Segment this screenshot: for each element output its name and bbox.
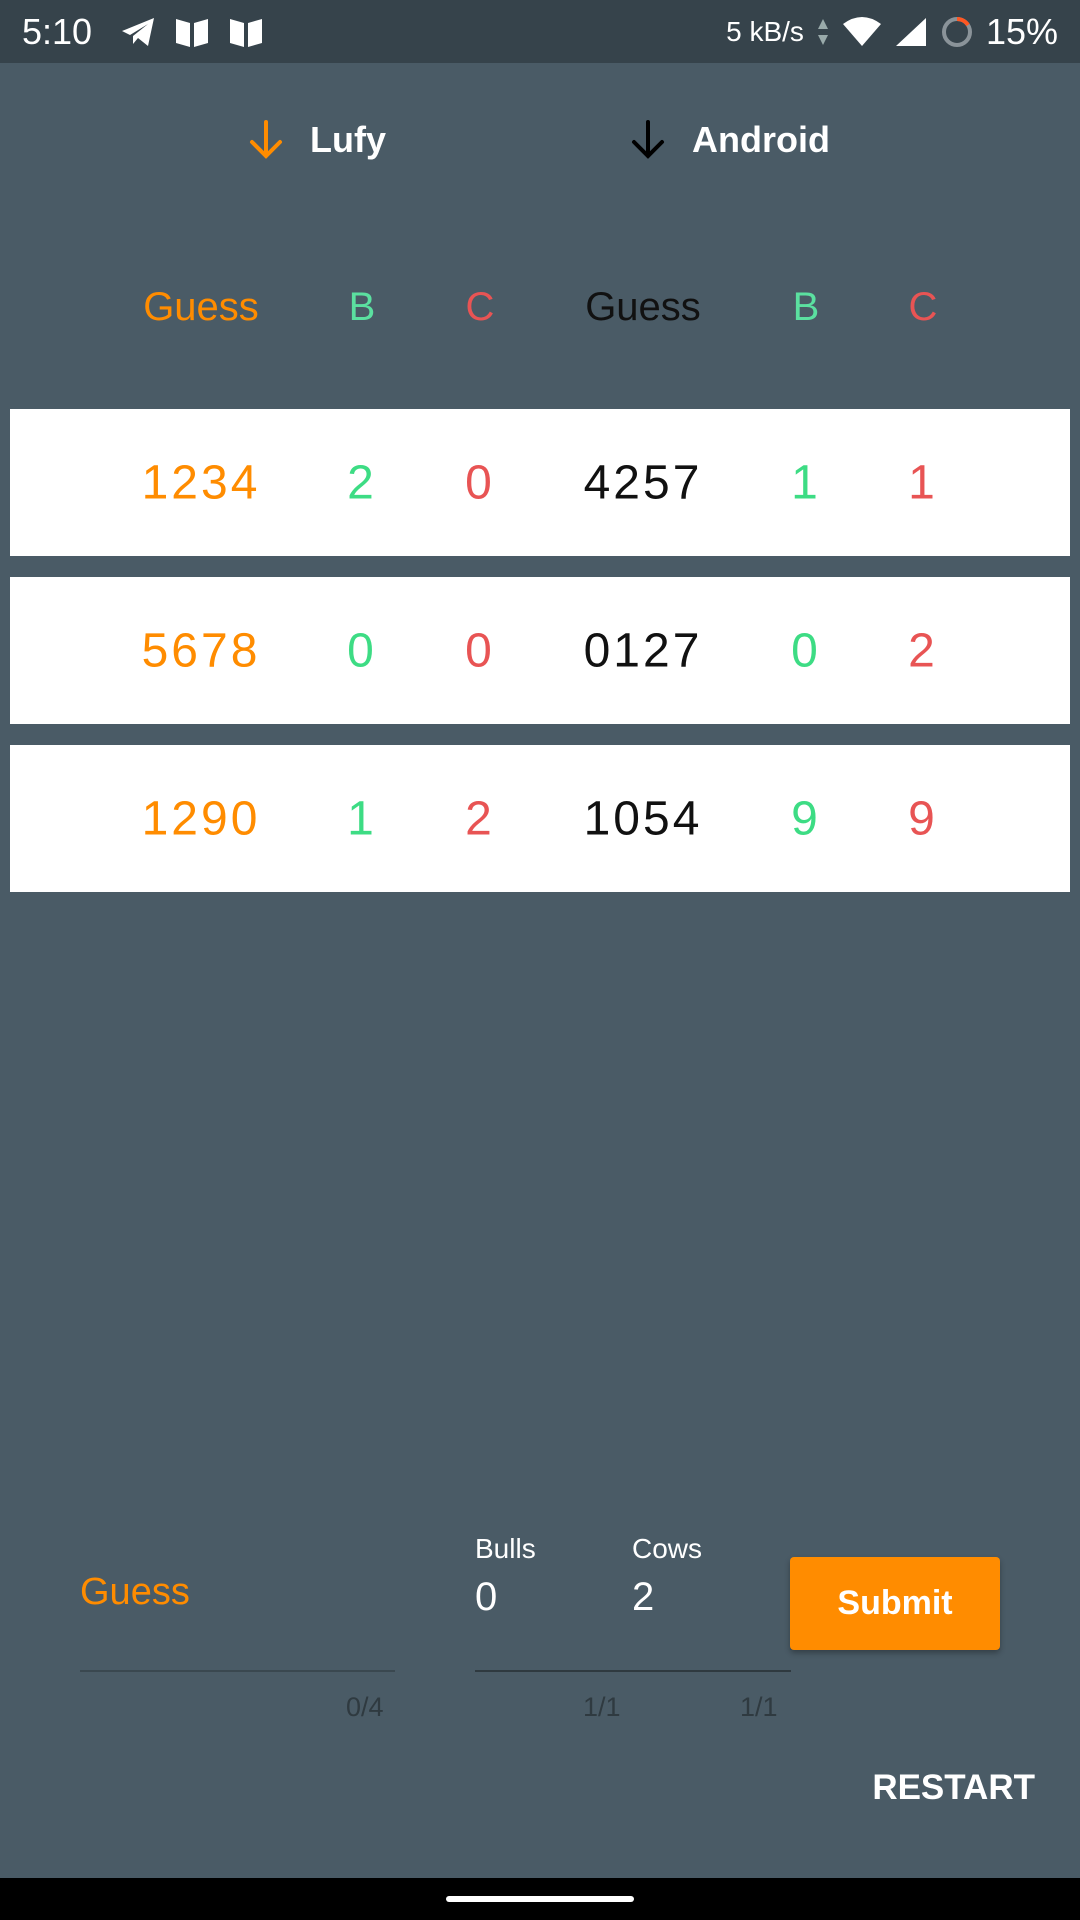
status-time: 5:10: [22, 10, 93, 52]
guess-row: 1290 1 2 1054 9 9: [10, 745, 1070, 892]
player1-cows: 0: [465, 456, 495, 509]
submit-button[interactable]: Submit: [790, 1557, 1000, 1650]
navigation-bar: [0, 1878, 1080, 1920]
header-cows-player1: C: [465, 285, 495, 329]
player2-guess: 4257: [583, 456, 703, 509]
player1-cows: 0: [465, 624, 495, 677]
bulls-value: 0: [475, 1575, 498, 1619]
header-cows-player2: C: [908, 285, 938, 329]
guess-form: Guess 0/4 Bulls 0 1/1 Cows 2 1/1 Submit: [0, 1520, 1080, 1722]
player2-guess: 1054: [583, 792, 703, 845]
player2-header: Android: [626, 118, 830, 162]
system-status: 5 kB/s 15%: [726, 11, 1058, 53]
guess-row: 1234 2 0 4257 1 1: [10, 409, 1070, 556]
player1-cows: 2: [465, 792, 495, 845]
player1-guess: 5678: [141, 624, 261, 677]
header-guess-player2: Guess: [585, 285, 701, 329]
bulls-label: Bulls: [475, 1533, 536, 1564]
guess-input-placeholder: Guess: [80, 1571, 190, 1613]
signal-icon: [895, 17, 926, 46]
arrow-down-icon: [632, 120, 664, 159]
cows-input[interactable]: Cows 2: [632, 1520, 782, 1672]
network-speed: 5 kB/s: [726, 15, 804, 47]
battery-ring-icon: [941, 16, 972, 47]
header-guess-player1: Guess: [143, 285, 259, 329]
guess-row: 5678 0 0 0127 0 2: [10, 577, 1070, 724]
battery-percentage: 15%: [985, 10, 1058, 52]
bulls-cows-underline: [475, 1670, 791, 1672]
restart-button[interactable]: RESTART: [872, 1768, 1035, 1808]
player1-guess: 1290: [141, 792, 261, 845]
telegram-icon: [122, 17, 155, 46]
players-header: Lufy Android: [0, 118, 1080, 178]
player1-name: Lufy: [310, 119, 386, 160]
player2-cows: 9: [908, 792, 938, 845]
guess-list: 1234 2 0 4257 1 1 5678 0 0 0127 0 2 1290…: [10, 409, 1070, 913]
book-icon: [176, 18, 209, 47]
home-gesture-handle[interactable]: [446, 1896, 634, 1902]
player1-header: Lufy: [244, 118, 386, 162]
notification-icons: [120, 15, 264, 49]
cows-char-counter: 1/1: [740, 1692, 778, 1722]
player2-cows: 2: [908, 624, 938, 677]
book-icon: [230, 18, 263, 47]
data-arrows-icon: [817, 18, 828, 45]
wifi-icon: [842, 16, 881, 46]
bulls-input[interactable]: Bulls 0: [475, 1520, 625, 1672]
cows-label: Cows: [632, 1533, 703, 1564]
player2-cows: 1: [908, 456, 938, 509]
bulls-char-counter: 1/1: [583, 1692, 621, 1722]
player2-name: Android: [692, 119, 830, 160]
player1-guess: 1234: [141, 456, 261, 509]
player2-guess: 0127: [583, 624, 703, 677]
guess-char-counter: 0/4: [346, 1692, 384, 1722]
status-bar: 5:10 5 kB/s 15%: [0, 0, 1080, 63]
guess-input[interactable]: Guess: [80, 1550, 395, 1672]
cows-value: 2: [632, 1575, 655, 1619]
arrow-down-icon: [250, 120, 282, 159]
column-headers: Guess B C Guess B C: [0, 285, 1080, 345]
